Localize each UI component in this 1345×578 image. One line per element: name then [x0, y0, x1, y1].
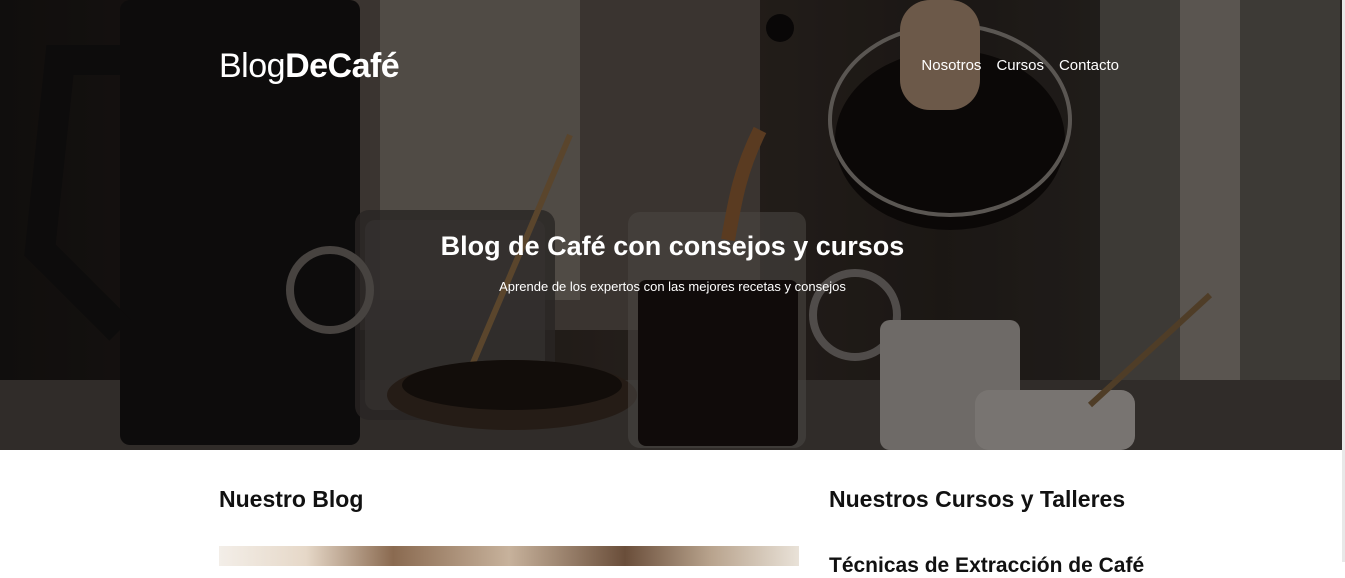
main-content: Nuestro Blog Nuestros Cursos y Talleres … — [219, 450, 1144, 577]
nav-link-contacto[interactable]: Contacto — [1059, 56, 1119, 76]
hero-subtitle: Aprende de los expertos con las mejores … — [499, 279, 846, 294]
main-nav: Nosotros Cursos Contacto — [921, 56, 1119, 76]
blog-section-heading: Nuestro Blog — [219, 486, 364, 512]
site-logo[interactable]: BlogDeCafé — [219, 46, 400, 86]
hero-banner: BlogDeCafé Nosotros Cursos Contacto Blog… — [0, 0, 1345, 450]
blog-entry-image[interactable] — [219, 546, 799, 566]
courses-section-heading: Nuestros Cursos y Talleres — [829, 486, 1126, 512]
site-header: BlogDeCafé Nosotros Cursos Contacto — [219, 46, 1119, 86]
nav-link-cursos[interactable]: Cursos — [996, 56, 1044, 76]
hero-title: Blog de Café con consejos y cursos — [440, 231, 905, 261]
logo-text-light: Blog — [219, 47, 286, 85]
course-title[interactable]: Técnicas de Extracción de Café — [829, 554, 1144, 578]
nav-link-nosotros[interactable]: Nosotros — [921, 56, 981, 76]
logo-text-bold: DeCafé — [285, 47, 400, 85]
